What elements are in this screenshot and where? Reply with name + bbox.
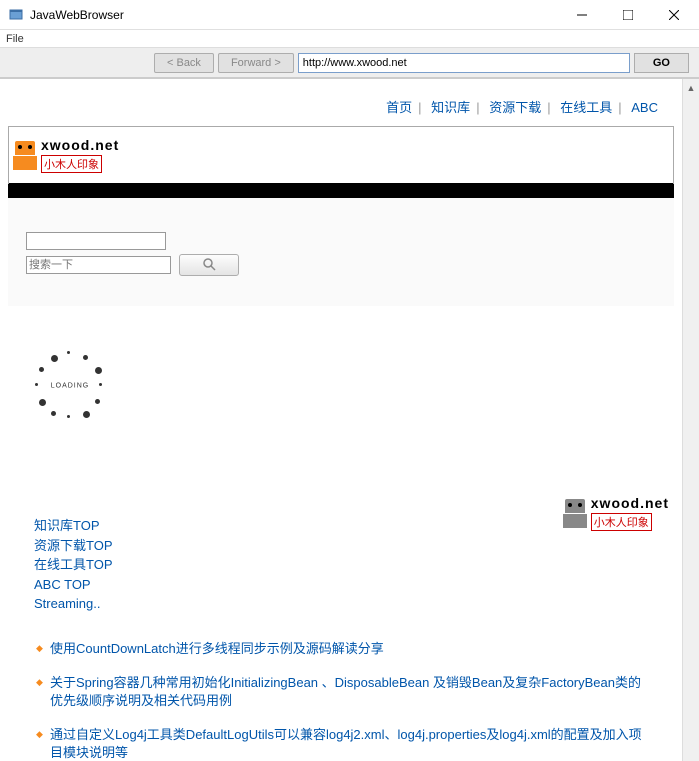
titlebar: JavaWebBrowser <box>0 0 699 30</box>
back-button[interactable]: < Back <box>154 53 214 73</box>
go-button[interactable]: GO <box>634 53 689 73</box>
url-input[interactable] <box>298 53 630 73</box>
logo-banner: xwood.net 小木人印象 <box>8 126 674 184</box>
maximize-button[interactable] <box>605 0 651 30</box>
minimize-button[interactable] <box>559 0 605 30</box>
toolbar: < Back Forward > GO <box>0 48 699 78</box>
list-item: 关于Spring容器几种常用初始化InitializingBean 、Dispo… <box>36 674 652 710</box>
article-link[interactable]: 关于Spring容器几种常用初始化InitializingBean 、Dispo… <box>50 675 641 708</box>
list-item: 通过自定义Log4j工具类DefaultLogUtils可以兼容log4j2.x… <box>36 726 652 761</box>
scroll-up-icon[interactable]: ▲ <box>683 79 699 96</box>
nav-knowledge[interactable]: 知识库 <box>431 100 470 115</box>
menubar: File <box>0 30 699 48</box>
site-logo[interactable]: xwood.net 小木人印象 <box>13 137 119 173</box>
article-link[interactable]: 使用CountDownLatch进行多线程同步示例及源码解读分享 <box>50 641 384 656</box>
article-list: 使用CountDownLatch进行多线程同步示例及源码解读分享 关于Sprin… <box>36 640 652 761</box>
logo-suffix: .net <box>90 137 119 153</box>
search-input-2[interactable] <box>26 256 171 274</box>
article-link[interactable]: 通过自定义Log4j工具类DefaultLogUtils可以兼容log4j2.x… <box>50 727 642 760</box>
link-download-top[interactable]: 资源下载TOP <box>34 536 682 556</box>
side-logo: xwood.net 小木人印象 <box>563 495 669 531</box>
logo-name: xwood <box>41 137 90 153</box>
menu-file[interactable]: File <box>6 33 24 45</box>
list-item: 使用CountDownLatch进行多线程同步示例及源码解读分享 <box>36 640 652 658</box>
nav-download[interactable]: 资源下载 <box>489 100 541 115</box>
viewport: ▲ 首页| 知识库| 资源下载| 在线工具| ABC xwood.net 小木人… <box>0 78 699 761</box>
window-title: JavaWebBrowser <box>30 8 559 22</box>
nav-home[interactable]: 首页 <box>386 100 412 115</box>
search-button[interactable] <box>179 254 239 276</box>
link-abc-top[interactable]: ABC TOP <box>34 575 682 595</box>
search-icon <box>202 257 216 274</box>
forward-button[interactable]: Forward > <box>218 53 294 73</box>
robot-icon <box>563 499 587 528</box>
app-icon <box>8 7 24 23</box>
top-nav: 首页| 知识库| 资源下载| 在线工具| ABC <box>0 79 682 126</box>
loading-label: LOADING <box>51 383 90 390</box>
nav-abc[interactable]: ABC <box>631 100 658 115</box>
scrollbar[interactable]: ▲ <box>682 79 699 761</box>
search-area <box>8 198 674 306</box>
search-input-1[interactable] <box>26 232 166 250</box>
logo-cn: 小木人印象 <box>41 155 102 173</box>
link-streaming[interactable]: Streaming.. <box>34 594 682 614</box>
robot-icon <box>13 141 37 170</box>
loading-spinner: LOADING <box>30 346 110 426</box>
nav-tools[interactable]: 在线工具 <box>560 100 612 115</box>
link-tools-top[interactable]: 在线工具TOP <box>34 555 682 575</box>
close-button[interactable] <box>651 0 697 30</box>
